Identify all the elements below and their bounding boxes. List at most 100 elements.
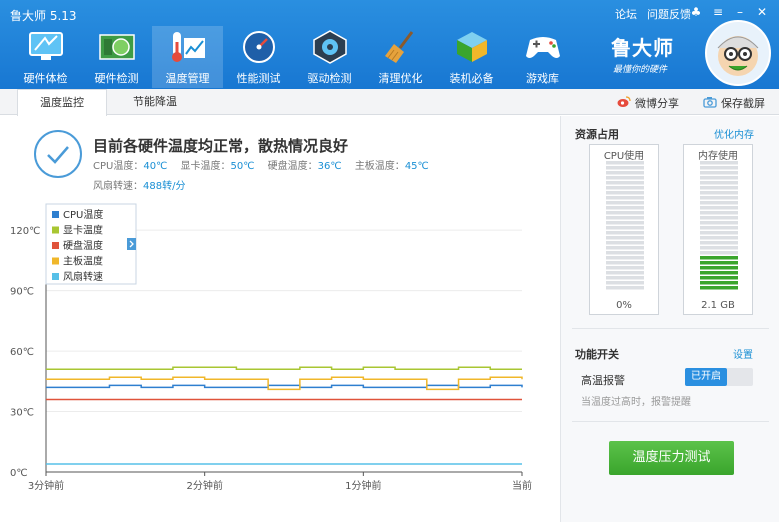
optimize-memory-link[interactable]: 优化内存 [714, 126, 754, 141]
disk-temp-value: 36℃ [317, 161, 342, 172]
temperature-readouts: CPU温度：40℃ 显卡温度：50℃ 硬盘温度：36℃ 主板温度：45℃ [93, 157, 429, 172]
cpu-usage-value: 0% [616, 300, 632, 311]
check-icon [34, 130, 82, 178]
speedometer-icon [239, 28, 279, 66]
y-tick-label: 120℃ [10, 226, 40, 237]
camera-icon [703, 96, 717, 111]
meter-segment [700, 276, 738, 280]
tool-temperature[interactable]: 温度管理 [152, 26, 223, 88]
series-line-4 [46, 376, 523, 391]
meter-segment [606, 191, 644, 195]
tool-hardware-detect[interactable]: 硬件检测 [81, 26, 152, 88]
meter-segment [606, 286, 644, 290]
thermometer-icon [168, 28, 208, 66]
tool-essentials[interactable]: 装机必备 [436, 26, 507, 88]
meter-segment [606, 251, 644, 255]
high-temp-alarm-toggle[interactable]: 已开启 [685, 368, 753, 386]
gpu-temp-value: 50℃ [230, 161, 255, 172]
minimize-icon[interactable]: – [731, 4, 749, 20]
meter-segment [700, 256, 738, 260]
skin-icon[interactable]: ♣ [687, 4, 705, 20]
meter-segment [606, 266, 644, 270]
meter-segment [700, 251, 738, 255]
legend-swatch [52, 273, 59, 280]
side-panel: 资源占用 优化内存 CPU使用 0% 内存使用 2.1 GB 功能开关 设置 高… [560, 116, 779, 522]
legend-swatch [52, 226, 59, 234]
tool-cleanup[interactable]: 清理优化 [365, 26, 436, 88]
meter-segment [606, 281, 644, 285]
meter-segment [700, 221, 738, 225]
tool-label: 装机必备 [449, 72, 494, 85]
weibo-share-button[interactable]: 微博分享 [617, 95, 679, 111]
series-line-1 [46, 384, 523, 389]
board-temp-label: 主板温度： [354, 161, 405, 172]
cube-icon [452, 28, 492, 66]
tool-games[interactable]: 游戏库 [507, 26, 578, 88]
meter-segment [700, 241, 738, 245]
temperature-monitor-panel: 目前各硬件温度均正常，散热情况良好 CPU温度：40℃ 显卡温度：50℃ 硬盘温… [0, 116, 560, 522]
meter-segment [606, 211, 644, 215]
mascot-avatar[interactable] [705, 20, 771, 86]
y-tick-label: 90℃ [10, 287, 34, 298]
memory-usage-label: 内存使用 [698, 151, 738, 162]
functions-title: 功能开关 [575, 348, 619, 361]
meter-segment [606, 246, 644, 250]
app-title: 鲁大师 5.13 [10, 9, 77, 23]
meter-segment [700, 236, 738, 240]
tool-label: 温度管理 [165, 72, 210, 85]
divider [572, 421, 769, 422]
legend-item: 硬盘温度 [63, 239, 103, 252]
meter-segment [606, 161, 644, 165]
meter-segment [606, 166, 644, 170]
tab-energy-saving[interactable]: 节能降温 [110, 89, 200, 115]
legend-expand-icon[interactable] [127, 238, 136, 250]
y-tick-label: 60℃ [10, 347, 34, 358]
disk-temp-label: 硬盘温度： [267, 161, 318, 172]
meter-segment [606, 221, 644, 225]
meter-segment [606, 186, 644, 190]
meter-segment [700, 216, 738, 220]
meter-segment [700, 206, 738, 210]
stress-test-button[interactable]: 温度压力测试 [609, 441, 734, 475]
tool-label: 游戏库 [526, 72, 559, 85]
menu-icon[interactable]: ≡ [709, 4, 727, 20]
tool-label: 性能测试 [236, 72, 281, 85]
main-toolbar: 硬件体检 硬件检测 温度管理 性能测试 驱动检测 清理优化 装机必备 游戏库 [10, 26, 578, 88]
legend-item: 显卡温度 [63, 224, 103, 237]
x-tick-label: 3分钟前 [28, 479, 64, 492]
divider [572, 328, 769, 329]
fan-speed-value: 488转/分 [143, 181, 186, 192]
fan-speed: 风扇转速：488转/分 [93, 177, 185, 192]
cpu-usage-meter: CPU使用 0% [589, 144, 659, 315]
tool-driver[interactable]: 驱动检测 [294, 26, 365, 88]
meter-segment [606, 236, 644, 240]
board-temp-value: 45℃ [404, 161, 429, 172]
tool-performance[interactable]: 性能测试 [223, 26, 294, 88]
circuit-board-icon [97, 28, 137, 66]
meter-segment [700, 196, 738, 200]
tool-hardware-check[interactable]: 硬件体检 [10, 26, 81, 88]
series-line-2 [46, 366, 522, 370]
save-screenshot-button[interactable]: 保存截屏 [703, 95, 765, 111]
meter-segment [606, 176, 644, 180]
settings-link[interactable]: 设置 [733, 346, 753, 361]
x-tick-label: 2分钟前 [186, 479, 222, 492]
tool-label: 硬件检测 [94, 72, 139, 85]
memory-usage-meter: 内存使用 2.1 GB [683, 144, 753, 315]
cpu-temp-value: 40℃ [143, 161, 168, 172]
legend-swatch [52, 242, 59, 249]
meter-segment [700, 231, 738, 235]
memory-usage-bars [700, 161, 738, 290]
tool-label: 驱动检测 [307, 72, 352, 85]
resources-title: 资源占用 [575, 128, 619, 141]
meter-segment [700, 281, 738, 285]
gpu-temp-label: 显卡温度： [180, 161, 231, 172]
tab-temperature-monitor[interactable]: 温度监控 [17, 89, 107, 116]
status-title: 目前各硬件温度均正常，散热情况良好 [93, 137, 349, 155]
close-icon[interactable]: ✕ [753, 4, 771, 20]
meter-segment [606, 271, 644, 275]
meter-segment [700, 201, 738, 205]
save-screenshot-label: 保存截屏 [721, 97, 765, 110]
cpu-usage-label: CPU使用 [603, 151, 645, 162]
weibo-icon [617, 95, 631, 111]
